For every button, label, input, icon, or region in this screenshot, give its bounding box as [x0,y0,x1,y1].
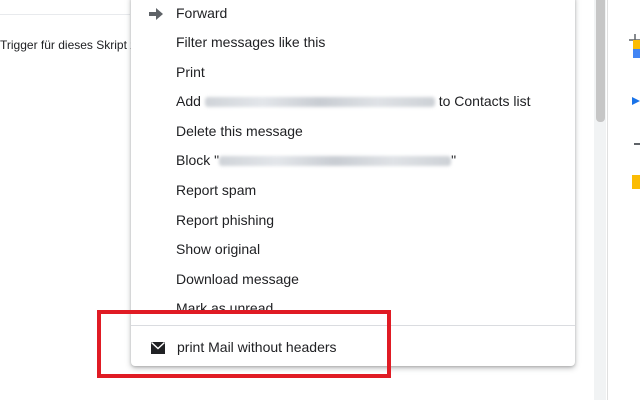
highlight-annotation-box [97,310,391,378]
forward-arrow-icon [149,8,163,20]
redacted-sender-address [219,156,452,167]
side-panel-dash-icon[interactable] [634,135,640,147]
block-label: Block " [176,152,220,168]
menu-item-download-message[interactable]: Download message [176,268,299,290]
side-panel-tasks-icon[interactable] [632,95,640,109]
menu-item-filter-messages[interactable]: Filter messages like this [176,31,325,53]
menu-item-block-sender[interactable]: Block " " [176,149,456,171]
menu-item-forward[interactable]: Forward [176,2,227,24]
block-label-quote: " [451,152,457,168]
side-panel-keep-icon[interactable] [632,175,640,191]
background-divider [0,14,130,15]
redacted-email-address [204,97,435,108]
trigger-script-text: Trigger für dieses Skript z [0,38,137,52]
menu-item-report-spam[interactable]: Report spam [176,179,256,201]
menu-item-print[interactable]: Print [176,61,205,83]
menu-item-report-phishing[interactable]: Report phishing [176,209,274,231]
contacts-list-label: to Contacts list [438,93,531,109]
scrollbar-thumb[interactable] [596,0,605,122]
right-panel-divider [607,0,608,400]
side-panel-calendar-icon[interactable] [633,40,640,60]
add-label: Add [176,93,201,109]
menu-item-delete-message[interactable]: Delete this message [176,120,303,142]
menu-item-show-original[interactable]: Show original [176,238,260,260]
menu-item-add-to-contacts[interactable]: Add to Contacts list [176,90,531,112]
